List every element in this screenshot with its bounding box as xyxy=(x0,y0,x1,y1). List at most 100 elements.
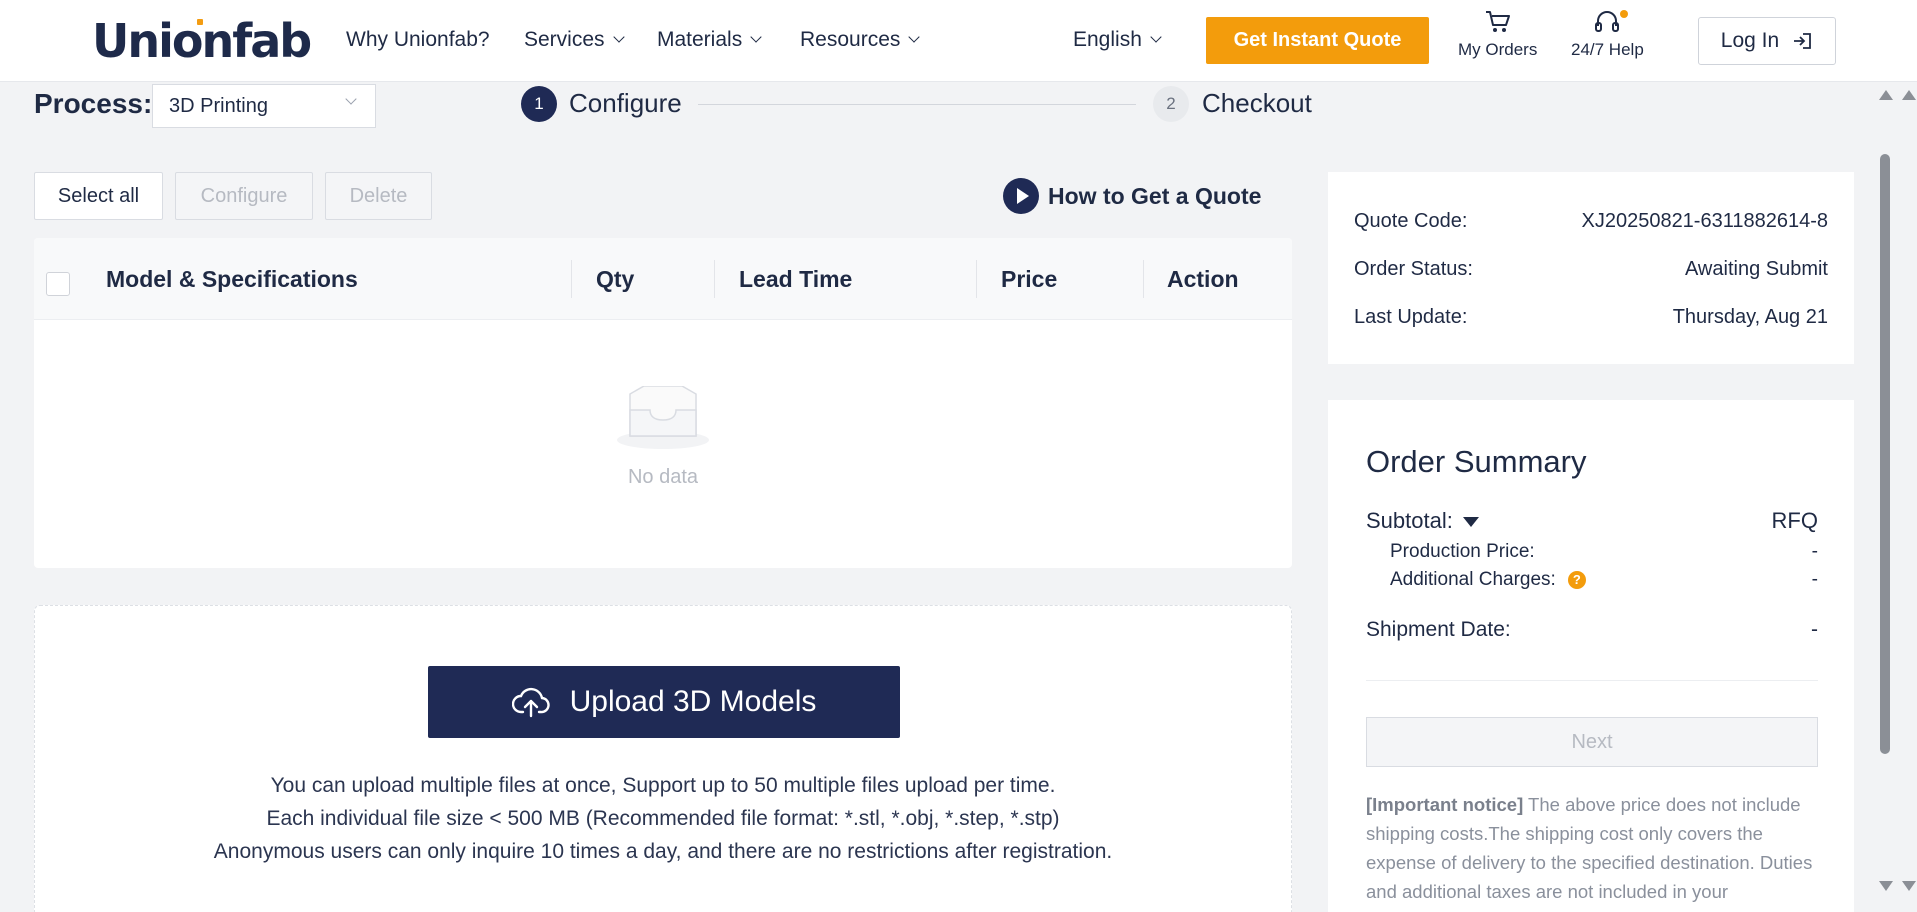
column-divider xyxy=(571,260,572,298)
additional-charges-value: - xyxy=(1811,569,1818,590)
production-price-value: - xyxy=(1811,541,1818,562)
order-status-label: Order Status: xyxy=(1354,258,1473,280)
subtotal-value: RFQ xyxy=(1771,508,1818,533)
production-price-row: Production Price: - xyxy=(1390,541,1818,563)
nav-materials[interactable]: Materials xyxy=(657,28,762,52)
order-status-row: Order Status: Awaiting Submit xyxy=(1354,258,1828,281)
shipment-date-label: Shipment Date: xyxy=(1366,618,1511,641)
headset-icon xyxy=(1595,11,1620,32)
step-2-number: 2 xyxy=(1153,86,1189,122)
shipment-date-value: - xyxy=(1811,618,1818,641)
quote-code-value: XJ20250821-6311882614-8 xyxy=(1581,210,1828,232)
my-orders-link[interactable]: My Orders xyxy=(1458,10,1537,60)
language-label: English xyxy=(1073,28,1142,51)
get-instant-quote-button[interactable]: Get Instant Quote xyxy=(1206,17,1429,64)
nav-label: Resources xyxy=(800,28,901,51)
select-all-checkbox[interactable] xyxy=(46,272,70,296)
column-header: Qty xyxy=(596,266,635,292)
process-label: Process: xyxy=(34,88,153,119)
quote-info-card: Quote Code: XJ20250821-6311882614-8 Orde… xyxy=(1328,172,1854,364)
help-link[interactable]: 24/7 Help xyxy=(1571,10,1644,60)
column-divider xyxy=(1143,260,1144,298)
column-header: Model & Specifications xyxy=(106,266,358,292)
chevron-down-icon xyxy=(345,93,357,105)
nav-label: Materials xyxy=(657,28,743,51)
quote-code-row: Quote Code: XJ20250821-6311882614-8 xyxy=(1354,210,1828,233)
page-scrollbar[interactable] xyxy=(1874,84,1894,894)
step-1-label: Configure xyxy=(569,88,682,118)
process-selected-value: 3D Printing xyxy=(169,94,268,117)
subtotal-row[interactable]: Subtotal: RFQ xyxy=(1366,508,1818,534)
notice-title: [Important notice] xyxy=(1366,794,1524,815)
upload-note: Anonymous users can only inquire 10 time… xyxy=(213,840,1113,863)
scrollbar-thumb[interactable] xyxy=(1880,154,1890,754)
summary-divider xyxy=(1366,680,1818,681)
chevron-down-icon xyxy=(750,31,762,43)
login-icon xyxy=(1794,33,1812,49)
outer-scrollbar[interactable] xyxy=(1897,84,1917,894)
configure-button[interactable]: Configure xyxy=(175,172,313,220)
language-selector[interactable]: English xyxy=(1073,28,1162,52)
login-button[interactable]: Log In xyxy=(1698,17,1836,65)
my-orders-label: My Orders xyxy=(1458,40,1538,59)
logo-accent-dot xyxy=(197,19,203,25)
upload-3d-models-button[interactable]: Upload 3D Models xyxy=(428,666,900,738)
order-summary-title: Order Summary xyxy=(1366,444,1587,479)
scroll-up-arrow-icon[interactable] xyxy=(1879,90,1893,100)
scroll-down-arrow-icon[interactable] xyxy=(1902,881,1916,891)
upload-label: Upload 3D Models xyxy=(569,685,817,718)
empty-inbox-icon xyxy=(617,386,709,449)
help-label: 24/7 Help xyxy=(1571,40,1644,59)
chevron-down-icon xyxy=(1150,31,1162,43)
step-1-number: 1 xyxy=(521,86,557,122)
chevron-down-icon xyxy=(612,31,625,43)
login-label: Log In xyxy=(1720,29,1780,52)
table-header: Model & Specifications Qty Lead Time Pri… xyxy=(34,238,1292,320)
column-header: Price xyxy=(1001,266,1058,292)
last-update-value: Thursday, Aug 21 xyxy=(1672,306,1828,328)
subtotal-label: Subtotal: xyxy=(1366,508,1453,533)
help-question-icon[interactable]: ? xyxy=(1567,570,1586,589)
nav-resources[interactable]: Resources xyxy=(800,28,921,52)
cart-icon xyxy=(1485,11,1510,32)
upload-note: You can upload multiple files at once, S… xyxy=(270,774,1056,797)
column-divider xyxy=(714,260,715,298)
how-to-label: How to Get a Quote xyxy=(1048,182,1262,209)
chevron-down-icon xyxy=(908,31,921,43)
additional-charges-row: Additional Charges:? - xyxy=(1390,569,1818,591)
notification-dot xyxy=(1619,10,1628,18)
scroll-up-arrow-icon[interactable] xyxy=(1902,90,1916,100)
column-header: Lead Time xyxy=(739,266,853,292)
nav-label: Services xyxy=(524,28,605,51)
next-button[interactable]: Next xyxy=(1366,717,1818,767)
shipment-date-row: Shipment Date: - xyxy=(1366,618,1818,642)
nav-label: Why Unionfab? xyxy=(346,28,490,51)
step-connector xyxy=(698,104,1136,105)
last-update-label: Last Update: xyxy=(1354,306,1468,328)
caret-down-icon[interactable] xyxy=(1462,517,1479,528)
upload-note: Each individual file size < 500 MB (Reco… xyxy=(266,807,1060,830)
delete-button[interactable]: Delete xyxy=(325,172,432,220)
empty-state-text: No data xyxy=(627,466,699,488)
models-table: Model & Specifications Qty Lead Time Pri… xyxy=(34,238,1292,568)
additional-charges-label: Additional Charges: xyxy=(1390,569,1556,590)
how-to-get-quote-link[interactable]: How to Get a Quote xyxy=(1003,178,1261,214)
select-all-button[interactable]: Select all xyxy=(34,172,163,220)
nav-why-unionfab[interactable]: Why Unionfab? xyxy=(346,28,490,52)
column-divider xyxy=(976,260,977,298)
nav-services[interactable]: Services xyxy=(524,28,625,52)
order-summary-card: Order Summary Subtotal: RFQ Production P… xyxy=(1328,400,1854,912)
process-select[interactable]: 3D Printing xyxy=(152,84,376,128)
important-notice: [Important notice] The above price does … xyxy=(1366,790,1818,906)
order-status-value: Awaiting Submit xyxy=(1684,258,1828,280)
top-navigation-bar: Unionfab Why Unionfab? Services Material… xyxy=(0,0,1917,82)
play-icon xyxy=(1003,178,1039,214)
upload-dropzone[interactable]: Upload 3D Models You can upload multiple… xyxy=(34,605,1292,912)
last-update-row: Last Update: Thursday, Aug 21 xyxy=(1354,306,1828,329)
step-2-label: Checkout xyxy=(1202,88,1312,118)
scroll-down-arrow-icon[interactable] xyxy=(1879,881,1893,891)
cloud-upload-icon xyxy=(511,687,550,718)
production-price-label: Production Price: xyxy=(1390,541,1535,562)
quote-code-label: Quote Code: xyxy=(1354,210,1468,232)
column-header: Action xyxy=(1167,266,1239,292)
